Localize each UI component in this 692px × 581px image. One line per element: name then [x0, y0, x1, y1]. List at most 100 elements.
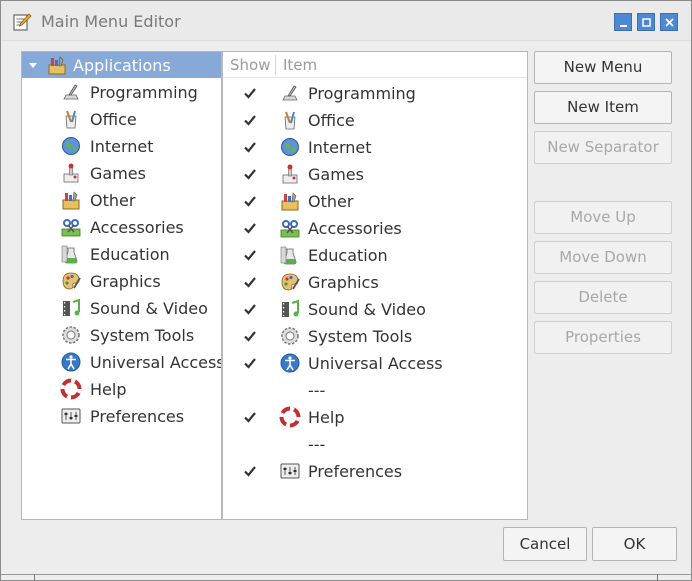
delete-button[interactable]: Delete: [534, 281, 672, 314]
ok-button[interactable]: OK: [592, 527, 677, 561]
expander-down-icon[interactable]: [28, 60, 38, 70]
system-tools-icon: [281, 327, 299, 345]
tree-item[interactable]: Preferences: [22, 403, 221, 429]
tree-item[interactable]: Games: [22, 160, 221, 186]
list-item[interactable]: Education: [223, 242, 527, 268]
cancel-button[interactable]: Cancel: [503, 527, 587, 561]
show-checkbox-icon[interactable]: [243, 275, 257, 289]
list-item[interactable]: System Tools: [223, 323, 527, 349]
tree-item[interactable]: Sound & Video: [22, 295, 221, 321]
tree-item-label: Universal Access: [90, 353, 222, 372]
list-item[interactable]: Internet: [223, 134, 527, 160]
tree-item-label: Programming: [90, 83, 198, 102]
maximize-button[interactable]: [637, 13, 655, 31]
tree-item-label: Games: [90, 164, 146, 183]
tree-item-label: Sound & Video: [90, 299, 208, 318]
menu-tree[interactable]: Applications Programming Office Internet Ga…: [21, 51, 222, 520]
tree-item-applications[interactable]: Applications: [22, 52, 221, 78]
window-bottom-edge: [1, 574, 691, 581]
list-item[interactable]: Office: [223, 107, 527, 133]
tree-item-label: Help: [90, 380, 127, 399]
internet-icon: [62, 137, 80, 155]
list-item[interactable]: Graphics: [223, 269, 527, 295]
tree-item[interactable]: Accessories: [22, 214, 221, 240]
menu-items-list[interactable]: Show Item Programming Office Internet Games…: [222, 51, 528, 520]
list-item-label: Office: [308, 111, 355, 130]
show-checkbox-icon[interactable]: [243, 194, 257, 208]
move-up-button[interactable]: Move Up: [534, 201, 672, 234]
tree-item[interactable]: Education: [22, 241, 221, 267]
list-item-label: Games: [308, 165, 364, 184]
list-item-label: Programming: [308, 84, 416, 103]
close-button[interactable]: [660, 13, 678, 31]
separator-row[interactable]: ---: [223, 377, 527, 403]
new-separator-button[interactable]: New Separator: [534, 131, 672, 164]
tree-item[interactable]: Universal Access: [22, 349, 221, 375]
tree-item[interactable]: Internet: [22, 133, 221, 159]
list-item[interactable]: Other: [223, 188, 527, 214]
list-item-label: Preferences: [308, 462, 403, 481]
show-checkbox-icon[interactable]: [243, 410, 257, 424]
list-item[interactable]: Programming: [223, 80, 527, 106]
show-checkbox-icon[interactable]: [243, 167, 257, 181]
show-checkbox-icon[interactable]: [243, 113, 257, 127]
office-icon: [65, 110, 77, 129]
column-separator: [275, 55, 276, 75]
sound-video-icon: [282, 299, 299, 317]
preferences-icon: [61, 408, 81, 424]
accessories-icon: [61, 219, 81, 237]
applications-icon: [48, 56, 66, 75]
list-item-label: Help: [308, 408, 345, 427]
properties-button[interactable]: Properties: [534, 321, 672, 354]
list-item-label: System Tools: [308, 327, 413, 346]
close-icon: [665, 18, 674, 27]
minimize-button[interactable]: [614, 13, 632, 31]
tree-item-label: Education: [90, 245, 170, 264]
menu-editor-icon: [13, 13, 32, 31]
show-checkbox-icon[interactable]: [243, 140, 257, 154]
separator-row[interactable]: ---: [223, 431, 527, 457]
tree-item[interactable]: Office: [22, 106, 221, 132]
list-item[interactable]: Help: [223, 404, 527, 430]
list-item-label: Universal Access: [308, 354, 443, 373]
show-checkbox-icon[interactable]: [243, 302, 257, 316]
list-item-label: Accessories: [308, 219, 402, 238]
education-icon: [280, 246, 297, 265]
separator-label: ---: [308, 381, 326, 400]
other-icon: [62, 191, 80, 210]
show-checkbox-icon[interactable]: [243, 464, 257, 478]
sound-video-icon: [63, 298, 80, 316]
new-item-button[interactable]: New Item: [534, 91, 672, 124]
list-item[interactable]: Accessories: [223, 215, 527, 241]
column-header-item[interactable]: Item: [283, 56, 317, 74]
show-checkbox-icon[interactable]: [243, 329, 257, 343]
list-item-label: Education: [308, 246, 388, 265]
show-checkbox-icon[interactable]: [243, 356, 257, 370]
tree-item-label: Other: [90, 191, 136, 210]
list-item[interactable]: Universal Access: [223, 350, 527, 376]
list-header: Show Item: [223, 52, 527, 78]
new-menu-button[interactable]: New Menu: [534, 51, 672, 84]
list-item[interactable]: Preferences: [223, 458, 527, 484]
graphics-icon: [281, 273, 300, 291]
show-checkbox-icon[interactable]: [243, 221, 257, 235]
tree-item-label: Preferences: [90, 407, 185, 426]
move-down-button[interactable]: Move Down: [534, 241, 672, 274]
list-item-label: Other: [308, 192, 354, 211]
show-checkbox-icon[interactable]: [243, 86, 257, 100]
list-item[interactable]: Games: [223, 161, 527, 187]
tree-item-label: Accessories: [90, 218, 184, 237]
other-icon: [281, 192, 299, 211]
tree-item[interactable]: Graphics: [22, 268, 221, 294]
tree-item[interactable]: Other: [22, 187, 221, 213]
tree-item[interactable]: Help: [22, 376, 221, 402]
tree-item[interactable]: Programming: [22, 79, 221, 105]
help-icon: [279, 406, 301, 428]
universal-access-icon: [61, 352, 81, 372]
list-item[interactable]: Sound & Video: [223, 296, 527, 322]
title-bar[interactable]: Main Menu Editor: [1, 1, 691, 41]
show-checkbox-icon[interactable]: [243, 248, 257, 262]
tree-item[interactable]: System Tools: [22, 322, 221, 348]
programming-icon: [282, 85, 298, 101]
column-header-show[interactable]: Show: [230, 56, 270, 74]
